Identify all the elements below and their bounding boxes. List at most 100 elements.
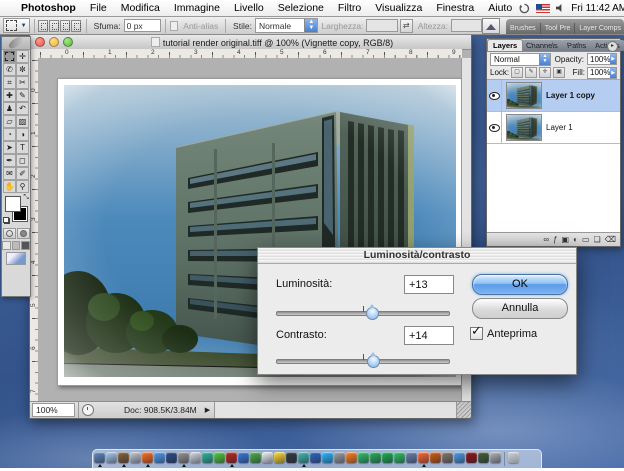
menu-filtro[interactable]: Filtro <box>331 2 368 14</box>
tool-slice-icon[interactable]: ✂ <box>16 76 29 89</box>
tool-magic-wand-icon[interactable]: ✼ <box>16 63 29 76</box>
zoom-level-field[interactable]: 100% <box>32 403 75 417</box>
dock-app-icon[interactable] <box>406 452 417 463</box>
visibility-cell[interactable] <box>487 112 502 143</box>
antialias-checkbox[interactable] <box>170 21 178 31</box>
dialog-titlebar[interactable]: Luminosità/contrasto <box>258 248 576 264</box>
contrast-slider[interactable] <box>276 352 450 368</box>
tool-eraser-icon[interactable]: ▱ <box>3 115 16 128</box>
tool-preset-picker[interactable]: ▼ <box>3 18 30 33</box>
dock-app-icon[interactable] <box>298 452 309 463</box>
fullscreen-button[interactable] <box>21 241 30 250</box>
dock-app-icon[interactable] <box>466 452 477 463</box>
swap-dimensions-icon[interactable]: ⇄ <box>400 19 413 33</box>
menu-livello[interactable]: Livello <box>227 2 271 14</box>
delete-layer-icon[interactable]: ⌫ <box>605 235 616 245</box>
zoom-button[interactable] <box>63 37 73 47</box>
window-resize-grip[interactable] <box>456 402 471 418</box>
dock-trash-icon[interactable] <box>508 452 519 463</box>
lock-button-3-icon[interactable]: ▣ <box>553 67 565 78</box>
contrast-input[interactable]: +14 <box>404 326 454 345</box>
default-colors-icon[interactable] <box>3 217 10 224</box>
height-input[interactable] <box>451 19 482 32</box>
layer-group-icon[interactable]: ▭ <box>582 235 590 245</box>
dock-app-icon[interactable] <box>334 452 345 463</box>
volume-icon[interactable] <box>556 3 565 13</box>
link-layers-icon[interactable]: ∞ <box>543 235 549 245</box>
layer-row[interactable]: Layer 1 copy <box>487 80 620 112</box>
dock-app-icon[interactable] <box>478 452 489 463</box>
dock-app-icon[interactable] <box>154 452 165 463</box>
dock-app-icon[interactable] <box>310 452 321 463</box>
dock-app-icon[interactable] <box>190 452 201 463</box>
standard-mode-button[interactable] <box>3 228 16 239</box>
dock-app-icon[interactable] <box>226 452 237 463</box>
style-popup[interactable]: Normale ▲▼ <box>255 18 318 33</box>
toolbox-feather-logo[interactable] <box>2 37 30 50</box>
width-input[interactable] <box>366 19 397 32</box>
tool-move-icon[interactable]: ✛ <box>16 50 29 63</box>
dock-app-icon[interactable] <box>118 452 129 463</box>
dock-app-icon[interactable] <box>358 452 369 463</box>
dock-app-icon[interactable] <box>430 452 441 463</box>
dock-app-icon[interactable] <box>322 452 333 463</box>
menu-immagine[interactable]: Immagine <box>167 2 227 14</box>
tab-layers[interactable]: Layers <box>487 39 523 51</box>
standard-screen-button[interactable] <box>2 241 11 250</box>
document-titlebar[interactable]: tutorial render original.tiff @ 100% (Vi… <box>30 35 471 50</box>
tool-blur-icon[interactable]: ◔ <box>3 128 16 141</box>
sync-icon[interactable] <box>519 3 530 14</box>
dock-app-icon[interactable] <box>106 452 117 463</box>
menu-finestra[interactable]: Finestra <box>429 2 481 14</box>
tool-crop-icon[interactable]: ⌗ <box>3 76 16 89</box>
imageready-button[interactable] <box>6 252 26 265</box>
brightness-input[interactable]: +13 <box>404 275 454 294</box>
intersect-selection-button[interactable] <box>71 20 81 32</box>
dock-app-icon[interactable] <box>394 452 405 463</box>
tool-path-selection-icon[interactable]: ➤ <box>3 141 16 154</box>
dock-app-icon[interactable] <box>250 452 261 463</box>
brightness-slider-thumb[interactable] <box>366 307 379 320</box>
add-selection-button[interactable] <box>49 20 59 32</box>
menu-visualizza[interactable]: Visualizza <box>368 2 429 14</box>
dock-app-icon[interactable] <box>274 452 285 463</box>
tool-brush-icon[interactable]: ✎ <box>16 89 29 102</box>
dock-app-icon[interactable] <box>382 452 393 463</box>
tool-eyedropper-icon[interactable]: ✐ <box>16 167 29 180</box>
tool-lasso-icon[interactable]: ✆ <box>3 63 16 76</box>
dock-app-icon[interactable] <box>346 452 357 463</box>
close-button[interactable] <box>35 37 45 47</box>
layer-thumbnail[interactable] <box>506 114 542 141</box>
tool-shape-icon[interactable]: ◻ <box>16 154 29 167</box>
dock-app-icon[interactable] <box>262 452 273 463</box>
tool-pen-icon[interactable]: ✒ <box>3 154 16 167</box>
adjustment-layer-icon[interactable]: ◐ <box>573 235 578 245</box>
dock-app-icon[interactable] <box>202 452 213 463</box>
dock-app-icon[interactable] <box>166 452 177 463</box>
dock-app-icon[interactable] <box>490 452 501 463</box>
lock-button-1-icon[interactable]: ✎ <box>525 67 537 78</box>
layer-name[interactable]: Layer 1 copy <box>546 91 595 100</box>
menu-aiuto[interactable]: Aiuto <box>481 2 519 14</box>
tool-gradient-icon[interactable]: ▨ <box>16 115 29 128</box>
quick-mask-button[interactable] <box>17 228 30 239</box>
new-layer-icon[interactable]: ❏ <box>594 235 601 245</box>
well-tab-layer-comps[interactable]: Layer Comps <box>575 23 624 34</box>
tool-zoom-icon[interactable]: ⚲ <box>16 180 29 193</box>
preview-checkbox[interactable]: ✓ <box>470 327 483 340</box>
tool-type-icon[interactable]: T <box>16 141 29 154</box>
opacity-field[interactable]: 100% ▶ <box>587 53 617 65</box>
contrast-slider-thumb[interactable] <box>367 355 380 368</box>
brightness-slider[interactable] <box>276 304 450 320</box>
menu-selezione[interactable]: Selezione <box>271 2 331 14</box>
file-browser-button[interactable] <box>482 18 500 34</box>
layer-row[interactable]: Layer 1 <box>487 112 620 144</box>
menu-file[interactable]: File <box>83 2 114 14</box>
tool-notes-icon[interactable]: ✉ <box>3 167 16 180</box>
dock-app-icon[interactable] <box>238 452 249 463</box>
blend-mode-popup[interactable]: Normal ▲▼ <box>490 53 551 66</box>
dock-app-icon[interactable] <box>94 452 105 463</box>
tool-rectangular-marquee-icon[interactable] <box>3 50 16 63</box>
swap-colors-icon[interactable]: ⤡ <box>23 194 29 202</box>
layer-mask-icon[interactable]: ▣ <box>562 235 570 245</box>
